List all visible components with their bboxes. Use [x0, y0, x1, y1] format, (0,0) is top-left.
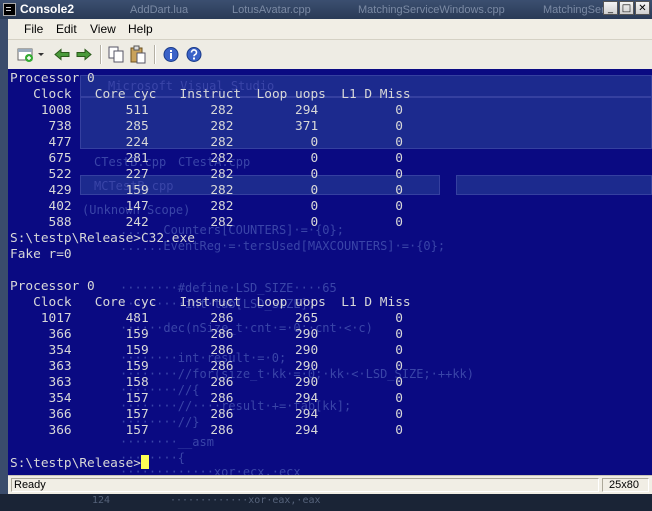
console-line: 1017 481 286 265 0	[10, 311, 403, 326]
toolbar-separator	[154, 45, 156, 64]
console-line: Clock Core cyc Instruct Loop uops L1 D M…	[10, 87, 411, 102]
console-line: Clock Core cyc Instruct Loop uops L1 D M…	[10, 295, 411, 310]
window-title: Console2	[20, 2, 75, 16]
menu-help[interactable]: Help	[128, 22, 153, 36]
console-line: 738 285 282 371 0	[10, 119, 403, 134]
console-line: 363 159 286 290 0	[10, 359, 403, 374]
console-size: 25x80	[602, 478, 649, 492]
background-tab: LotusAvatar.cpp	[232, 4, 311, 16]
console-line: 402 147 282 0 0	[10, 199, 403, 214]
background-editor-strip	[0, 19, 8, 494]
console-line: 522 227 282 0 0	[10, 167, 403, 182]
ghost-line-number: 124	[92, 495, 111, 506]
arrow-left-icon[interactable]	[52, 45, 72, 64]
close-button[interactable]: ✕	[635, 1, 650, 15]
console-line: 366 157 286 294 0	[10, 407, 403, 422]
console-line: 366 157 286 294 0	[10, 423, 403, 438]
status-bar: Ready 25x80	[8, 475, 652, 495]
console-line: 477 224 282 0 0	[10, 135, 403, 150]
console-line: Processor 0	[10, 279, 95, 294]
toolbar-separator	[100, 45, 102, 64]
console2-window: Console2 AddDart.lua LotusAvatar.cpp Mat…	[0, 0, 652, 511]
console-prompt: S:\testp\Release>	[10, 456, 141, 471]
status-text: Ready	[11, 478, 599, 492]
maximize-button[interactable]: □	[619, 1, 634, 15]
console-line: Fake r=0	[10, 247, 72, 262]
menu-file[interactable]: File	[24, 22, 43, 36]
minimize-button[interactable]: _	[603, 1, 618, 15]
ghost-code-line: ·············xor·eax,·eax	[170, 495, 321, 506]
background-tab: AddDart.lua	[130, 4, 189, 16]
new-tab-icon[interactable]	[16, 45, 46, 64]
console-line: Processor 0	[10, 71, 95, 86]
arrow-right-icon[interactable]	[74, 45, 94, 64]
console-line: 354 157 286 294 0	[10, 391, 403, 406]
text-cursor	[140, 455, 149, 469]
toolbar	[8, 40, 652, 70]
console-line: 354 159 286 290 0	[10, 343, 403, 358]
menu-bar: File Edit View Help	[8, 19, 652, 40]
copy-icon[interactable]	[106, 45, 126, 64]
console-line: 1008 511 282 294 0	[10, 103, 403, 118]
menu-view[interactable]: View	[90, 22, 116, 36]
console-line: S:\testp\Release>C32.exe	[10, 231, 195, 246]
info-icon[interactable]	[161, 45, 181, 64]
menu-edit[interactable]: Edit	[56, 22, 77, 36]
console-line: 675 281 282 0 0	[10, 151, 403, 166]
paste-icon[interactable]	[128, 45, 148, 64]
console-line: 363 158 286 290 0	[10, 375, 403, 390]
console-app-icon[interactable]	[3, 3, 16, 16]
console-line: 366 159 286 290 0	[10, 327, 403, 342]
ghost-member-combo	[456, 175, 652, 195]
background-tab: MatchingServiceWindows.cpp	[358, 4, 505, 16]
console-area[interactable]: Microsoft Visual Studio CTestB.cpp CTest…	[8, 69, 652, 475]
console-output: Processor 0 Clock Core cyc Instruct Loop…	[10, 71, 411, 472]
title-bar[interactable]: Console2 AddDart.lua LotusAvatar.cpp Mat…	[0, 0, 652, 19]
console-line: 429 159 282 0 0	[10, 183, 403, 198]
console-line: 588 242 282 0 0	[10, 215, 403, 230]
help-icon[interactable]	[184, 45, 204, 64]
background-code-strip: 124 ·············xor·eax,·eax	[0, 494, 652, 511]
